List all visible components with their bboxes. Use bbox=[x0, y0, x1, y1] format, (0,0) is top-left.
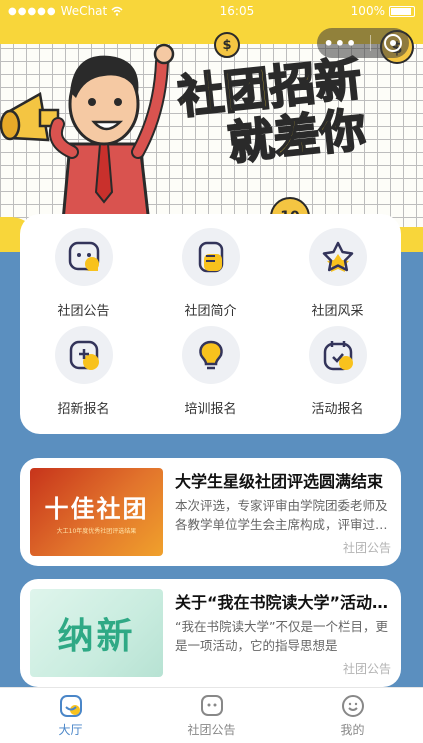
chat-bubble-icon bbox=[200, 694, 223, 716]
miniprogram-capsule: ••• bbox=[317, 28, 409, 58]
menu-item-training-signup[interactable]: 培训报名 bbox=[147, 326, 274, 424]
home-icon bbox=[59, 694, 82, 717]
menu-item-label: 活动报名 bbox=[311, 402, 364, 417]
menu-item-announcement[interactable]: 社团公告 bbox=[20, 228, 147, 326]
tab-mine[interactable]: 我的 bbox=[282, 688, 423, 743]
menu-item-label: 社团公告 bbox=[57, 304, 110, 319]
menu-item-showcase[interactable]: 社团风采 bbox=[274, 228, 401, 326]
more-menu-button[interactable]: ••• bbox=[324, 34, 358, 53]
news-category-tag: 社团公告 bbox=[342, 662, 391, 676]
clock: 16:05 bbox=[219, 4, 255, 18]
menu-item-label: 培训报名 bbox=[184, 402, 237, 417]
star-icon bbox=[322, 241, 353, 272]
close-miniprogram-button[interactable] bbox=[384, 34, 403, 52]
coin-icon: $ bbox=[214, 32, 240, 58]
tab-label: 社团公告 bbox=[187, 722, 236, 737]
news-body: 关于“我在书院读大学”活动介绍 “我在书院读大学”不仅是一个栏目，更是一项活动，… bbox=[163, 589, 391, 677]
news-card[interactable]: 十佳社团 大工10年度优秀社团评选结果 大学生星级社团评选圆满结束 本次评选，专… bbox=[20, 458, 401, 566]
tab-label: 我的 bbox=[340, 722, 365, 737]
tab-label: 大厅 bbox=[58, 722, 83, 737]
news-description: 本次评选，专家评审由学院团委老师及各教学单位学生会主席构成，评审过程公正公开 bbox=[175, 498, 388, 532]
news-thumbnail: 十佳社团 大工10年度优秀社团评选结果 bbox=[30, 468, 163, 556]
news-thumbnail: 纳新 bbox=[30, 589, 163, 677]
thumbnail-title: 纳新 bbox=[57, 616, 136, 657]
tab-announcements[interactable]: 社团公告 bbox=[141, 688, 282, 743]
status-right: 100% bbox=[351, 4, 415, 18]
menu-grid: 社团公告 社团简介 社团风采 招新报名 培训报名 活动报名 bbox=[20, 214, 401, 434]
menu-item-activity-signup[interactable]: 活动报名 bbox=[274, 326, 401, 424]
menu-item-introduction[interactable]: 社团简介 bbox=[147, 228, 274, 326]
battery-icon bbox=[388, 5, 415, 17]
news-card[interactable]: 纳新 关于“我在书院读大学”活动介绍 “我在书院读大学”不仅是一个栏目，更是一项… bbox=[20, 579, 401, 687]
thumbnail-subtitle: 大工10年度优秀社团评选结果 bbox=[56, 528, 137, 535]
lightbulb-icon bbox=[198, 340, 223, 370]
add-box-icon bbox=[69, 340, 99, 370]
menu-item-recruit-signup[interactable]: 招新报名 bbox=[20, 326, 147, 424]
thumbnail-title: 十佳社团 bbox=[44, 495, 149, 523]
status-left: ●●●●● WeChat bbox=[8, 4, 123, 18]
recruit-slogan: 社团招新 就差你 bbox=[174, 48, 419, 173]
news-description: “我在书院读大学”不仅是一个栏目，更是一项活动，它的指导思想是 bbox=[175, 619, 388, 653]
wifi-icon bbox=[111, 6, 123, 16]
cartoon-character-illustration bbox=[0, 43, 175, 234]
tab-hall[interactable]: 大厅 bbox=[0, 688, 141, 743]
news-title: 关于“我在书院读大学”活动介绍 bbox=[175, 593, 391, 612]
smile-face-icon bbox=[341, 694, 364, 717]
menu-item-label: 社团风采 bbox=[311, 304, 364, 319]
news-category-tag: 社团公告 bbox=[342, 541, 391, 555]
menu-item-label: 社团简介 bbox=[184, 304, 237, 319]
menu-item-label: 招新报名 bbox=[57, 402, 110, 417]
battery-percent: 100% bbox=[350, 4, 385, 18]
chat-bubble-icon bbox=[68, 241, 99, 271]
signal-icon: ●●●●● bbox=[8, 5, 57, 17]
carrier-label: WeChat bbox=[60, 4, 108, 18]
document-icon bbox=[198, 241, 223, 273]
status-bar: ●●●●● WeChat 16:05 100% bbox=[0, 0, 423, 22]
bottom-tab-bar: 大厅 社团公告 我的 bbox=[0, 687, 423, 743]
news-title: 大学生星级社团评选圆满结束 bbox=[175, 472, 384, 491]
news-body: 大学生星级社团评选圆满结束 本次评选，专家评审由学院团委老师及各教学单位学生会主… bbox=[163, 468, 391, 556]
calendar-check-icon bbox=[323, 341, 353, 371]
